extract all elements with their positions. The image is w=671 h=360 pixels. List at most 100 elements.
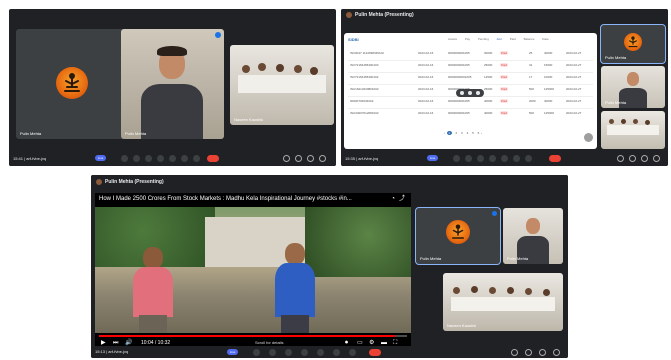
row-cell: 25 [529,51,533,55]
captions-icon[interactable] [285,349,292,356]
video-progress-bar[interactable] [99,335,407,337]
row-cell: 2023-02-27 [566,63,582,67]
mic-icon[interactable] [253,349,260,356]
people-icon[interactable] [295,155,302,162]
col-header: Pay [464,37,471,41]
side-participant-tile-1[interactable]: Pulin Mehta [415,207,501,265]
emoji-icon[interactable] [489,155,496,162]
row-divider [348,72,593,73]
prev-page-icon[interactable]: ‹ [444,131,446,135]
more-options-icon[interactable] [193,155,200,162]
participant-name: Pulin Mehta [507,256,529,261]
share-icon[interactable]: ⤴ [399,196,405,202]
camera-icon[interactable] [269,349,276,356]
table-row[interactable]: INV72154465300100 2023-02-16 00000000010… [344,63,597,71]
page-4[interactable]: 4 [467,131,469,135]
side-participant-tile-2[interactable]: Pulin Mehta [601,66,665,108]
page-5[interactable]: 5 [472,131,474,135]
chat-icon[interactable] [307,155,314,162]
row-cell: 2000 [529,99,536,103]
captions-icon[interactable] [145,155,152,162]
activities-icon[interactable] [553,349,560,356]
participant-tile-1[interactable]: Pulin Mehta [16,29,128,139]
status-badge: Paid [500,63,509,67]
raise-hand-icon[interactable] [181,155,188,162]
side-participant-tile-3[interactable]: Naveen Kaushik [443,273,563,331]
chat-icon[interactable] [539,349,546,356]
row-cell: INV0047 1134698345102 [350,51,384,55]
emoji-icon[interactable] [301,349,308,356]
camera-icon[interactable] [133,155,140,162]
info-icon[interactable] [617,155,624,162]
row-cell: 25000 [484,63,493,67]
end-call-button[interactable] [369,349,381,356]
row-cell: 2023-02-27 [566,87,582,91]
clock-icon[interactable]: ◔ [391,196,395,202]
participant-name: Naveen Kaushik [447,323,477,328]
present-icon[interactable] [501,155,508,162]
col-header: Pending [477,37,489,41]
present-icon[interactable] [169,155,176,162]
side-participant-tile-2[interactable]: Pulin Mehta [503,208,563,264]
video-frame [95,207,411,333]
live-button[interactable]: Live [227,349,238,355]
people-icon[interactable] [525,349,532,356]
page-1[interactable]: 1 [446,131,452,135]
activities-icon[interactable] [653,155,660,162]
live-button[interactable]: Live [427,155,438,161]
stop-icon[interactable] [476,91,480,95]
end-call-button[interactable] [207,155,219,162]
info-icon[interactable] [283,155,290,162]
people-icon[interactable] [629,155,636,162]
table-row[interactable]: INU34007012081002 2023-02-16 00000000010… [344,111,597,119]
row-cell: 2023-02-27 [566,51,582,55]
mic-icon[interactable] [453,155,460,162]
participant-tile-3[interactable]: Naveen Kaushik [230,45,334,125]
row-cell: 40000 [484,99,493,103]
side-participant-tile-3[interactable] [601,111,665,149]
captions-icon[interactable] [477,155,484,162]
pointer-icon[interactable] [460,91,464,95]
page-6[interactable]: 6 [478,131,480,135]
meeting-panel-video-share: Pulin Mehta (Presenting) How I Made 2500… [91,175,568,358]
participant-name: Pulin Mehta [605,100,627,105]
page-3[interactable]: 3 [461,131,463,135]
zoom-icon[interactable] [468,91,472,95]
participant-video [121,29,224,139]
video-title[interactable]: How I Made 2500 Crores From Stock Market… [99,196,352,202]
raise-hand-icon[interactable] [513,155,520,162]
activities-icon[interactable] [319,155,326,162]
more-options-icon[interactable] [525,155,532,162]
end-call-button[interactable] [549,155,561,162]
mic-icon[interactable] [121,155,128,162]
table-row[interactable]: INV0047 1134698345102 2023-02-15 0000000… [344,51,597,59]
yoga-logo-avatar [56,67,88,99]
presenter-toolbar [456,89,484,97]
next-page-icon[interactable]: › [480,131,482,135]
live-button[interactable]: Live [95,155,106,161]
table-row[interactable]: INV72154465300102 2023-02-16 00000000001… [344,75,597,83]
row-cell: INV72154465300102 [350,75,379,79]
more-options-icon[interactable] [349,349,356,356]
floating-action-icon[interactable] [584,133,593,142]
chat-icon[interactable] [641,155,648,162]
col-header: Paid [509,37,516,41]
side-participant-tile-1[interactable]: Pulin Mehta [600,24,666,64]
present-icon[interactable] [317,349,324,356]
row-divider [348,108,593,109]
shared-youtube-video[interactable]: How I Made 2500 Crores From Stock Market… [95,193,411,349]
raise-hand-icon[interactable] [333,349,340,356]
row-cell: 2023-02-16 [418,75,434,79]
page-2[interactable]: 2 [456,131,458,135]
emoji-icon[interactable] [157,155,164,162]
presenter-avatar [96,179,102,185]
meeting-control-bar: 15:35 | arf-fvbe-jvq Live [341,152,668,166]
participant-name: Naveen Kaushik [234,117,264,122]
row-cell: 30000 [484,51,493,55]
info-icon[interactable] [511,349,518,356]
participant-tile-2[interactable]: Pulin Mehta [121,29,224,139]
col-header: Date [542,37,549,41]
pagination: ‹ 1 2 3 4 5 6 › [444,131,482,135]
table-row[interactable]: 00600702034002 2023-02-16 0000000001005 … [344,99,597,107]
camera-icon[interactable] [465,155,472,162]
